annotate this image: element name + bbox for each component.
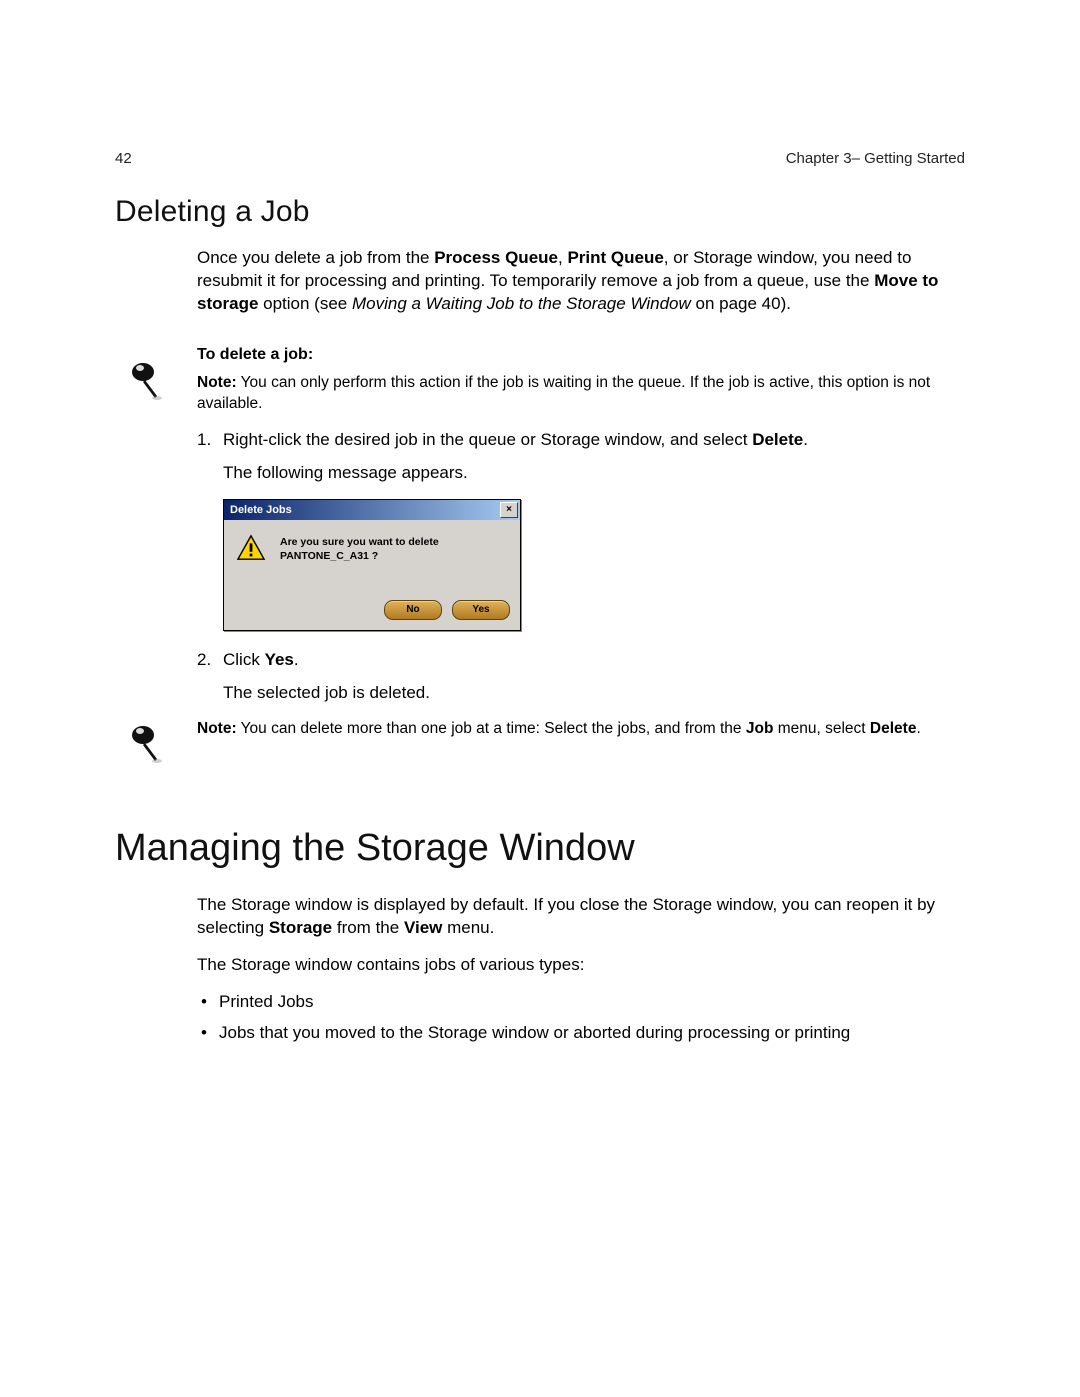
step-text-part: . — [294, 650, 299, 669]
chapter-label: Chapter 3– Getting Started — [786, 150, 965, 167]
no-button[interactable]: No — [384, 600, 442, 620]
note-1: Note: You can only perform this action i… — [197, 373, 965, 415]
section-heading-deleting-job: Deleting a Job — [115, 195, 965, 229]
step-text: Click Yes. — [223, 649, 965, 672]
gutter-empty — [115, 894, 175, 1053]
para-bold: View — [404, 918, 442, 937]
step1-body: 1. Right-click the desired job in the qu… — [197, 429, 965, 719]
gutter-pushpin — [115, 719, 175, 767]
para-text: menu. — [442, 918, 494, 937]
step1-block: 1. Right-click the desired job in the qu… — [115, 429, 965, 719]
intro-text: Once you delete a job from the — [197, 248, 434, 267]
step-text-bold: Delete — [752, 430, 803, 449]
close-icon[interactable]: × — [500, 502, 518, 518]
note-text: You can delete more than one job at a ti… — [237, 720, 746, 737]
warning-icon — [236, 534, 266, 569]
step-text: Right-click the desired job in the queue… — [223, 429, 965, 452]
note2-block: Note: You can delete more than one job a… — [115, 719, 965, 767]
section-heading-managing-storage: Managing the Storage Window — [115, 827, 965, 870]
note-label: Note: — [197, 720, 237, 737]
dialog-message: Are you sure you want to delete PANTONE_… — [280, 534, 508, 563]
document-page: 42 Chapter 3– Getting Started Deleting a… — [0, 0, 1080, 1397]
step-text-part: Click — [223, 650, 265, 669]
intro-bold: Process Queue — [434, 248, 558, 267]
intro-text: on page 40). — [691, 294, 791, 313]
storage-intro-body: The Storage window is displayed by defau… — [197, 894, 965, 1053]
pushpin-icon — [121, 356, 169, 404]
note-text: . — [916, 720, 920, 737]
gutter-pushpin — [115, 330, 175, 429]
step-text-bold: Yes — [265, 650, 294, 669]
dialog-figure: Delete Jobs × Are you sure you want to d… — [223, 499, 965, 631]
intro-bold: Print Queue — [567, 248, 663, 267]
delete-jobs-dialog: Delete Jobs × Are you sure you want to d… — [223, 499, 521, 631]
step-number: 1. — [197, 429, 223, 452]
step-1-follow: The following message appears. — [223, 462, 965, 485]
step-text-part: . — [803, 430, 808, 449]
dialog-title: Delete Jobs — [230, 503, 292, 518]
note-label: Note: — [197, 374, 237, 391]
storage-bullet-list: Printed Jobs Jobs that you moved to the … — [197, 991, 965, 1045]
step-number: 2. — [197, 649, 223, 672]
storage-intro-block: The Storage window is displayed by defau… — [115, 894, 965, 1053]
note-2: Note: You can delete more than one job a… — [197, 719, 965, 740]
para-text: from the — [332, 918, 404, 937]
step-2: 2. Click Yes. — [197, 649, 965, 672]
step-2-follow: The selected job is deleted. — [223, 682, 965, 705]
subheading-body: To delete a job: Note: You can only perf… — [197, 330, 965, 429]
note-text: menu, select — [773, 720, 870, 737]
note-text: You can only perform this action if the … — [197, 374, 930, 412]
intro-paragraph: Once you delete a job from the Process Q… — [197, 247, 965, 316]
dialog-button-row: No Yes — [224, 594, 520, 630]
page-header: 42 Chapter 3– Getting Started — [115, 150, 965, 167]
intro-text: option (see — [258, 294, 352, 313]
storage-paragraph-1: The Storage window is displayed by defau… — [197, 894, 965, 940]
step-1: 1. Right-click the desired job in the qu… — [197, 429, 965, 452]
sub-heading: To delete a job: — [197, 344, 965, 366]
list-item: Jobs that you moved to the Storage windo… — [197, 1022, 965, 1045]
pushpin-icon — [121, 719, 169, 767]
list-item: Printed Jobs — [197, 991, 965, 1014]
dialog-body: Are you sure you want to delete PANTONE_… — [224, 520, 520, 594]
note2-body: Note: You can delete more than one job a… — [197, 719, 965, 767]
step-text-part: Right-click the desired job in the queue… — [223, 430, 752, 449]
note-bold: Delete — [870, 720, 917, 737]
subheading-block: To delete a job: Note: You can only perf… — [115, 330, 965, 429]
page-number: 42 — [115, 150, 132, 167]
dialog-titlebar: Delete Jobs × — [224, 500, 520, 520]
intro-body: Once you delete a job from the Process Q… — [197, 247, 965, 330]
yes-button[interactable]: Yes — [452, 600, 510, 620]
gutter-empty — [115, 247, 175, 330]
storage-paragraph-2: The Storage window contains jobs of vari… — [197, 954, 965, 977]
gutter-empty — [115, 429, 175, 719]
intro-italic: Moving a Waiting Job to the Storage Wind… — [352, 294, 691, 313]
intro-block: Once you delete a job from the Process Q… — [115, 247, 965, 330]
para-bold: Storage — [269, 918, 332, 937]
note-bold: Job — [746, 720, 774, 737]
